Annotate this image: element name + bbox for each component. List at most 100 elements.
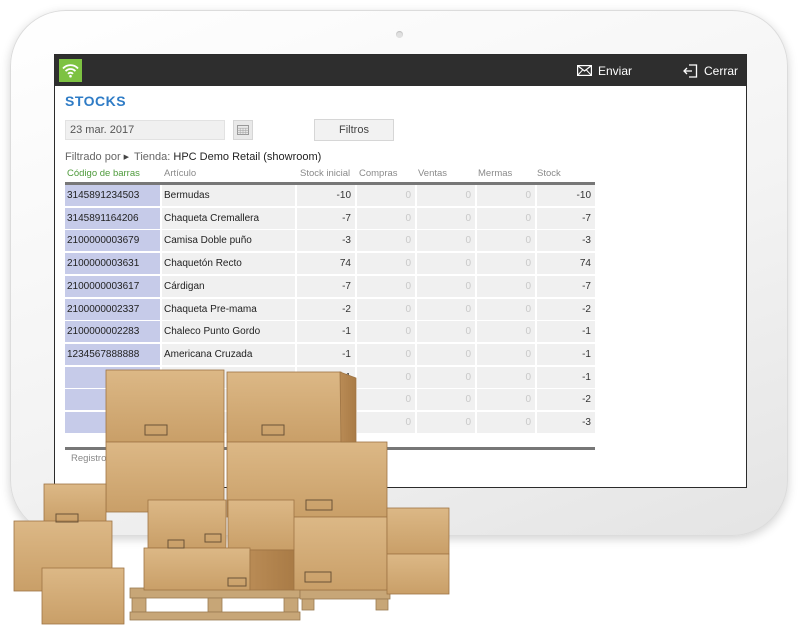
cell-sales: 0 <box>417 389 475 411</box>
col-header-initial-stock[interactable]: Stock inicial <box>300 168 350 182</box>
table-row[interactable]: 3145891164206 Chaqueta Cremallera -7 0 0 0 -7 <box>65 207 595 230</box>
cell-losses: 0 <box>477 412 535 433</box>
cell-article: Americana Cruzada <box>162 343 295 365</box>
cell-purchases: 0 <box>357 343 415 365</box>
cell-purchases: 0 <box>357 412 415 433</box>
cell-barcode: 2100000003679 <box>65 230 160 252</box>
cell-sales: 0 <box>417 230 475 252</box>
cell-losses: 0 <box>477 207 535 229</box>
cell-article: Bermudas <box>162 185 295 206</box>
top-bar: Enviar Cerrar <box>55 55 746 86</box>
cell-barcode: 2100000002283 <box>65 321 160 343</box>
cell-losses: 0 <box>477 321 535 343</box>
cell-losses: 0 <box>477 389 535 411</box>
cell-article: Cárdigan <box>162 275 295 297</box>
cell-initial-stock: 74 <box>297 253 355 275</box>
cell-article: Camisa Doble puño <box>162 230 295 252</box>
cell-initial-stock: -10 <box>297 185 355 206</box>
pallet <box>129 587 391 621</box>
cell-stock: -2 <box>537 298 595 320</box>
cell-losses: 0 <box>477 185 535 206</box>
cell-article <box>162 389 295 411</box>
table-row[interactable]: 1234567888888 Americana Cruzada -1 0 0 0 -1 <box>65 343 595 366</box>
col-header-purchases[interactable]: Compras <box>359 168 398 182</box>
filters-button[interactable]: Filtros <box>314 119 394 141</box>
cell-initial-stock: -2 <box>297 298 355 320</box>
send-button[interactable]: Enviar <box>577 55 632 86</box>
stock-table: 3145891234503 Bermudas -10 0 0 0 -10 3145891164… <box>65 185 595 447</box>
wifi-icon[interactable] <box>59 59 82 82</box>
table-row[interactable]: 2100000002283 Chaleco Punto Gordo -1 0 0 0 -1 <box>65 321 595 343</box>
col-header-barcode[interactable]: Código de barras <box>67 168 140 182</box>
table-row[interactable]: 2100000003617 Cárdigan -7 0 0 0 -7 <box>65 275 595 298</box>
tablet-camera <box>396 31 403 38</box>
cell-purchases: 0 <box>357 389 415 411</box>
cell-losses: 0 <box>477 275 535 297</box>
cell-purchases: 0 <box>357 253 415 275</box>
cell-initial-stock: -1 <box>297 321 355 343</box>
close-label: Cerrar <box>704 63 739 78</box>
table-row[interactable]: 2100000002337 Chaqueta Pre-mama -2 0 0 0 -2 <box>65 298 595 321</box>
cell-barcode <box>65 366 160 388</box>
cell-sales: 0 <box>417 185 475 206</box>
col-header-sales[interactable]: Ventas <box>418 168 447 182</box>
table-row[interactable]: -2 0 0 0 -2 <box>65 389 595 411</box>
cell-sales: 0 <box>417 321 475 343</box>
cell-initial-stock: -7 <box>297 207 355 229</box>
cell-barcode: 2100000003631 <box>65 253 160 275</box>
caret-right-icon[interactable]: ▶ <box>124 154 129 161</box>
col-header-stock[interactable]: Stock <box>537 168 561 182</box>
cell-sales: 0 <box>417 366 475 388</box>
calendar-button[interactable] <box>233 120 253 140</box>
logout-icon <box>683 63 698 78</box>
cell-stock: -7 <box>537 207 595 229</box>
cell-barcode: 3145891164206 <box>65 207 160 229</box>
cell-barcode <box>65 412 160 433</box>
cell-losses: 0 <box>477 366 535 388</box>
cell-losses: 0 <box>477 230 535 252</box>
cell-stock: -10 <box>537 185 595 206</box>
cell-stock: -3 <box>537 230 595 252</box>
cell-sales: 0 <box>417 298 475 320</box>
close-button[interactable]: Cerrar <box>683 55 738 86</box>
send-label: Enviar <box>598 63 633 78</box>
cell-sales: 0 <box>417 412 475 433</box>
cell-initial-stock: -3 <box>297 412 355 433</box>
table-row[interactable]: -1 0 0 0 -1 <box>65 366 595 389</box>
date-field[interactable]: 23 mar. 2017 <box>65 120 225 140</box>
calendar-icon <box>237 125 249 135</box>
table-row[interactable]: 3145891234503 Bermudas -10 0 0 0 -10 <box>65 185 595 207</box>
cell-purchases: 0 <box>357 366 415 388</box>
cell-barcode: 2100000002337 <box>65 298 160 320</box>
cell-stock: -3 <box>537 412 595 433</box>
table-row[interactable]: -3 0 0 0 -3 <box>65 412 595 434</box>
cell-barcode: 3145891234503 <box>65 185 160 206</box>
col-header-article[interactable]: Artículo <box>164 168 196 182</box>
cell-barcode <box>65 389 160 411</box>
table-row[interactable]: 2100000003631 Chaquetón Recto 74 0 0 0 74 <box>65 253 595 275</box>
table-footer-divider <box>65 447 595 450</box>
cell-stock: -2 <box>537 389 595 411</box>
table-row[interactable]: 2100000003679 Camisa Doble puño -3 0 0 0 -3 <box>65 230 595 252</box>
cell-purchases: 0 <box>357 207 415 229</box>
cell-purchases: 0 <box>357 230 415 252</box>
cell-initial-stock: -1 <box>297 343 355 365</box>
cell-article <box>162 366 295 388</box>
cell-losses: 0 <box>477 343 535 365</box>
cell-purchases: 0 <box>357 298 415 320</box>
cell-article: Chaqueta Pre-mama <box>162 298 295 320</box>
filter-by-label: Filtrado por <box>65 151 121 163</box>
col-header-losses[interactable]: Mermas <box>478 168 512 182</box>
cell-barcode: 2100000003617 <box>65 275 160 297</box>
cell-article <box>162 412 295 433</box>
cell-stock: -1 <box>537 366 595 388</box>
store-value: HPC Demo Retail (showroom) <box>173 151 322 163</box>
cell-purchases: 0 <box>357 185 415 206</box>
cell-barcode: 1234567888888 <box>65 343 160 365</box>
records-label: Registros <box>71 453 112 464</box>
cell-sales: 0 <box>417 253 475 275</box>
cell-stock: -1 <box>537 343 595 365</box>
filter-summary: Filtrado por ▶ Tienda: HPC Demo Retail (sh… <box>65 151 321 163</box>
cell-stock: -7 <box>537 275 595 297</box>
cell-initial-stock: -3 <box>297 230 355 252</box>
